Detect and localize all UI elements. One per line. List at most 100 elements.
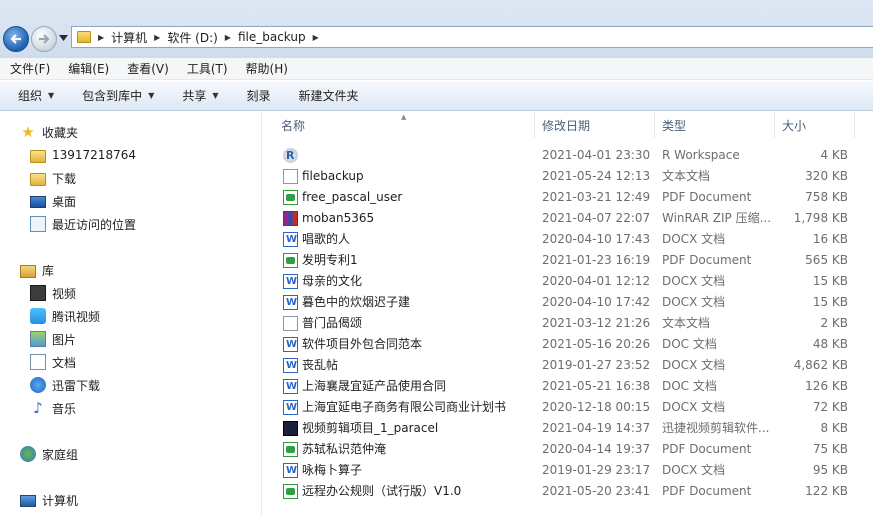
- column-header-name[interactable]: 名称 ▲: [263, 112, 535, 138]
- folder-icon: [77, 31, 91, 43]
- caret-down-icon: ▼: [148, 91, 155, 100]
- file-list: 名称 ▲ 修改日期 类型 大小 2021-04-01 23:30 R Workspa…: [263, 112, 873, 516]
- share-button[interactable]: 共享 ▼: [164, 87, 228, 104]
- pdf-icon: [283, 442, 298, 457]
- menu-file[interactable]: 文件(F): [0, 60, 58, 77]
- nav-item-label: 视频: [52, 286, 77, 301]
- nav-item-desktop[interactable]: 桌面: [30, 191, 76, 211]
- nav-item-music[interactable]: ♪ 音乐: [30, 398, 76, 418]
- file-row[interactable]: 咏梅卜算子 2019-01-29 23:17 DOCX 文档 95 KB: [263, 460, 863, 481]
- burn-label: 刻录: [246, 89, 271, 103]
- column-header-type[interactable]: 类型: [655, 112, 775, 138]
- chevron-right-icon[interactable]: ▶: [154, 33, 160, 42]
- file-date: 2019-01-29 23:17: [542, 463, 651, 477]
- file-size: 4,862 KB: [793, 358, 848, 372]
- file-row[interactable]: 上海襄晟宜延产品使用合同 2021-05-21 16:38 DOC 文档 126 KB: [263, 376, 863, 397]
- file-size: 4 KB: [820, 148, 848, 162]
- file-type: 文本文档: [662, 316, 711, 330]
- file-name: 唱歌的人: [302, 232, 351, 246]
- menu-view[interactable]: 查看(V): [117, 60, 177, 77]
- word-icon: [283, 358, 298, 373]
- nav-item-tencent-video[interactable]: 腾讯视频: [30, 306, 100, 326]
- file-row[interactable]: 暮色中的炊烟迟子建 2020-04-10 17:42 DOCX 文档 15 KB: [263, 292, 863, 313]
- breadcrumb[interactable]: ▶ 计算机 ▶ 软件 (D:) ▶ file_backup ▶: [71, 26, 873, 48]
- file-row[interactable]: 普门品偈颂 2021-03-12 21:26 文本文档 2 KB: [263, 313, 863, 334]
- documents-icon: [30, 354, 46, 370]
- nav-item-label: 下载: [52, 171, 77, 186]
- column-date-label: 修改日期: [542, 118, 591, 133]
- file-type: 文本文档: [662, 169, 711, 183]
- new-folder-button[interactable]: 新建文件夹: [281, 87, 369, 104]
- nav-item-thunder-downloads[interactable]: 迅雷下载: [30, 375, 100, 395]
- address-bar-area: ▶ 计算机 ▶ 软件 (D:) ▶ file_backup ▶: [0, 0, 873, 58]
- file-date: 2021-05-24 12:13: [542, 169, 651, 183]
- file-row[interactable]: moban5365 2021-04-07 22:07 WinRAR ZIP 压缩..…: [263, 208, 863, 229]
- burn-button[interactable]: 刻录: [229, 87, 281, 104]
- organize-label: 组织: [18, 89, 43, 103]
- file-date: 2021-01-23 16:19: [542, 253, 651, 267]
- navigation-pane: ★ 收藏夹 13917218764 下载 桌面 最近访问的位置 库 视频 腾讯视频…: [0, 112, 262, 516]
- nav-item-pictures[interactable]: 图片: [30, 329, 76, 349]
- nav-libraries[interactable]: 库: [20, 260, 54, 280]
- sort-ascending-icon: ▲: [401, 113, 407, 121]
- nav-item-videos[interactable]: 视频: [30, 283, 76, 303]
- homegroup-icon: [20, 446, 36, 462]
- menu-tools[interactable]: 工具(T): [177, 60, 236, 77]
- text-file-icon: [283, 169, 298, 184]
- menu-edit[interactable]: 编辑(E): [58, 60, 117, 77]
- file-row[interactable]: 视频剪辑项目_1_paracel 2021-04-19 14:37 迅捷视频剪辑软件…: [263, 418, 863, 439]
- nav-item-documents[interactable]: 文档: [30, 352, 76, 372]
- file-name: 上海宜延电子商务有限公司商业计划书: [302, 400, 507, 414]
- file-size: 72 KB: [812, 400, 848, 414]
- nav-libraries-label: 库: [42, 263, 55, 278]
- nav-item-13917218764[interactable]: 13917218764: [30, 145, 136, 165]
- file-row[interactable]: 上海宜延电子商务有限公司商业计划书 2020-12-18 00:15 DOCX 文档…: [263, 397, 863, 418]
- library-icon: [20, 264, 36, 278]
- file-row[interactable]: 软件项目外包合同范本 2021-05-16 20:26 DOC 文档 48 KB: [263, 334, 863, 355]
- file-name: 视频剪辑项目_1_paracel: [302, 421, 439, 435]
- file-row[interactable]: 母亲的文化 2020-04-01 12:12 DOCX 文档 15 KB: [263, 271, 863, 292]
- chevron-right-icon[interactable]: ▶: [225, 33, 231, 42]
- file-date: 2020-04-14 19:37: [542, 442, 651, 456]
- column-header-date[interactable]: 修改日期: [535, 112, 655, 138]
- video-project-icon: [283, 421, 298, 436]
- chevron-right-icon[interactable]: ▶: [313, 33, 319, 42]
- nav-computer[interactable]: 计算机: [20, 490, 78, 510]
- arrow-right-icon: [39, 34, 50, 44]
- file-row[interactable]: 发明专利1 2021-01-23 16:19 PDF Document 565 KB: [263, 250, 863, 271]
- file-type: DOC 文档: [662, 337, 717, 351]
- column-header-size[interactable]: 大小: [775, 112, 855, 138]
- file-name: filebackup: [302, 169, 364, 183]
- history-dropdown-icon[interactable]: [59, 35, 68, 41]
- share-label: 共享: [182, 89, 207, 103]
- word-icon: [283, 337, 298, 352]
- file-row[interactable]: 丧乱帖 2019-01-27 23:52 DOCX 文档 4,862 KB: [263, 355, 863, 376]
- file-size: 15 KB: [812, 274, 848, 288]
- file-row[interactable]: free_pascal_user 2021-03-21 12:49 PDF Docu…: [263, 187, 863, 208]
- file-row[interactable]: filebackup 2021-05-24 12:13 文本文档 320 KB: [263, 166, 863, 187]
- nav-item-recent-places[interactable]: 最近访问的位置: [30, 214, 136, 234]
- nav-item-label: 文档: [52, 355, 77, 370]
- include-in-library-button[interactable]: 包含到库中 ▼: [64, 87, 164, 104]
- breadcrumb-computer[interactable]: 计算机: [111, 29, 147, 46]
- forward-button[interactable]: [31, 26, 57, 52]
- file-row[interactable]: 2021-04-01 23:30 R Workspace 4 KB: [263, 145, 863, 166]
- nav-favorites[interactable]: ★ 收藏夹: [20, 122, 78, 142]
- new-folder-label: 新建文件夹: [298, 89, 359, 103]
- nav-item-downloads[interactable]: 下载: [30, 168, 76, 188]
- breadcrumb-drive[interactable]: 软件 (D:): [167, 29, 217, 46]
- file-row[interactable]: 远程办公规则（试行版）V1.0 2021-05-20 23:41 PDF Docum…: [263, 481, 863, 502]
- menu-help[interactable]: 帮助(H): [236, 60, 296, 77]
- breadcrumb-folder[interactable]: file_backup: [238, 30, 306, 44]
- organize-button[interactable]: 组织 ▼: [0, 87, 64, 104]
- file-row[interactable]: 苏轼私识范仲淹 2020-04-14 19:37 PDF Document 75 KB: [263, 439, 863, 460]
- back-button[interactable]: [3, 26, 29, 52]
- nav-favorites-label: 收藏夹: [42, 125, 79, 140]
- file-date: 2019-01-27 23:52: [542, 358, 651, 372]
- file-row[interactable]: 唱歌的人 2020-04-10 17:43 DOCX 文档 16 KB: [263, 229, 863, 250]
- chevron-right-icon[interactable]: ▶: [98, 33, 104, 42]
- nav-homegroup[interactable]: 家庭组: [20, 444, 78, 464]
- file-date: 2021-03-21 12:49: [542, 190, 651, 204]
- caret-down-icon: ▼: [48, 91, 55, 100]
- file-size: 16 KB: [812, 232, 848, 246]
